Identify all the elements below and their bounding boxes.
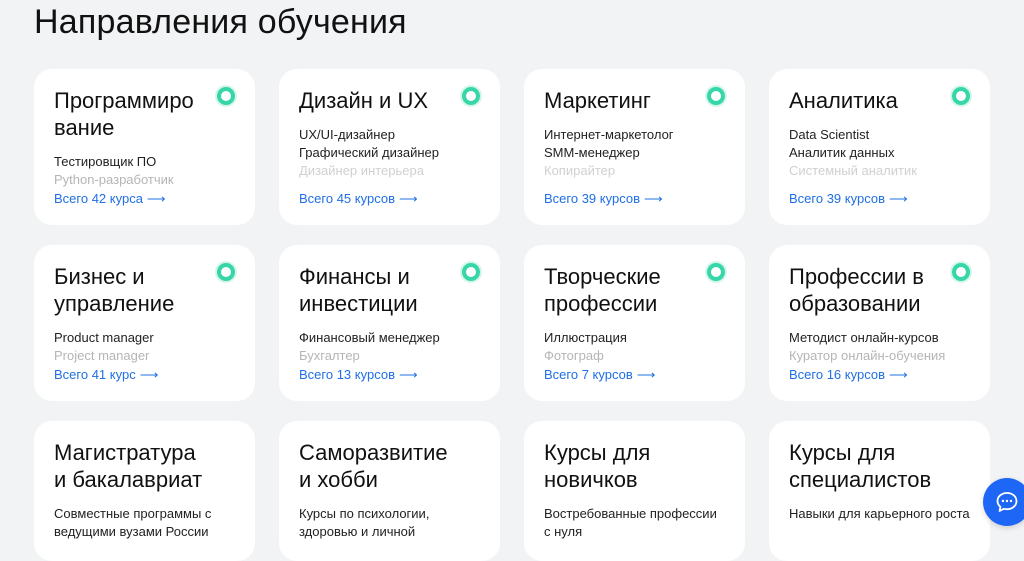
- chat-icon: [996, 492, 1018, 512]
- directions-grid: Программиро вание Тестировщик ПО Python-…: [34, 69, 990, 561]
- card-title: Финансы и инвестиции: [299, 264, 418, 316]
- subcategory-item: SMM-менеджер: [544, 145, 640, 160]
- card-subcategories: Data Scientist Аналитик данных Системный…: [789, 126, 970, 180]
- subcategory-item: Data Scientist: [789, 127, 870, 142]
- card-description: Востребованные профессии с нуля: [544, 506, 717, 539]
- status-dot-icon: [707, 87, 725, 105]
- card-subcategories: Интернет-маркетолог SMM-менеджер Копирай…: [544, 126, 725, 180]
- status-dot-icon: [952, 87, 970, 105]
- status-dot-icon: [462, 87, 480, 105]
- card-courses-link[interactable]: Всего 39 курсов ⟶: [789, 191, 908, 207]
- subcategory-item: Дизайнер интерьера: [299, 163, 424, 178]
- direction-card-education[interactable]: Профессии в образовании Методист онлайн-…: [769, 245, 990, 401]
- arrow-right-icon: ⟶: [636, 367, 656, 382]
- card-subcategories: Тестировщик ПО Python-разработчик: [54, 153, 235, 189]
- subcategory-item: Project manager: [54, 348, 150, 363]
- card-subcategories: Финансовый менеджер Бухгалтер: [299, 329, 480, 365]
- subcategory-item: Интернет-маркетолог: [544, 127, 674, 142]
- subcategory-item: Куратор онлайн-обучения: [789, 348, 946, 363]
- subcategory-item: Графический дизайнер: [299, 145, 439, 160]
- card-title: Магистратура и бакалавриат: [54, 440, 203, 492]
- chat-button[interactable]: [983, 478, 1024, 526]
- subcategory-item: Аналитик данных: [789, 145, 895, 160]
- direction-card-programming[interactable]: Программиро вание Тестировщик ПО Python-…: [34, 69, 255, 225]
- status-dot-icon: [462, 263, 480, 281]
- direction-card-degrees[interactable]: Магистратура и бакалавриат Совместные пр…: [34, 421, 255, 561]
- arrow-right-icon: ⟶: [643, 191, 663, 206]
- card-courses-link[interactable]: Всего 41 курс ⟶: [54, 367, 158, 383]
- card-title: Аналитика: [789, 88, 898, 113]
- card-subcategories: Иллюстрация Фотограф: [544, 329, 725, 365]
- arrow-right-icon: ⟶: [888, 191, 908, 206]
- arrow-right-icon: ⟶: [139, 367, 159, 382]
- card-courses-link[interactable]: Всего 45 курсов ⟶: [299, 191, 418, 207]
- card-title: Программиро вание: [54, 88, 194, 140]
- arrow-right-icon: ⟶: [398, 367, 418, 382]
- card-title: Дизайн и UX: [299, 88, 429, 113]
- card-description: Навыки для карьерного роста: [789, 506, 970, 521]
- subcategory-item: Фотограф: [544, 348, 604, 363]
- status-dot-icon: [707, 263, 725, 281]
- direction-card-specialists[interactable]: Курсы для специалистов Навыки для карьер…: [769, 421, 990, 561]
- card-title: Курсы для специалистов: [789, 440, 932, 492]
- card-courses-link[interactable]: Всего 16 курсов ⟶: [789, 367, 908, 383]
- card-courses-link[interactable]: Всего 42 курса ⟶: [54, 191, 166, 207]
- arrow-right-icon: ⟶: [888, 367, 908, 382]
- card-courses-link[interactable]: Всего 13 курсов ⟶: [299, 367, 418, 383]
- direction-card-creative[interactable]: Творческие профессии Иллюстрация Фотогра…: [524, 245, 745, 401]
- subcategory-item: Python-разработчик: [54, 172, 174, 187]
- card-description: Курсы по психологии, здоровью и личной: [299, 506, 430, 539]
- status-dot-icon: [952, 263, 970, 281]
- card-subcategories: Методист онлайн-курсов Куратор онлайн-об…: [789, 329, 970, 365]
- subcategory-item: Копирайтер: [544, 163, 616, 178]
- direction-card-beginners[interactable]: Курсы для новичков Востребованные профес…: [524, 421, 745, 561]
- card-description: Совместные программы с ведущими вузами Р…: [54, 506, 212, 539]
- subcategory-item: Системный аналитик: [789, 163, 917, 178]
- card-title: Творческие профессии: [544, 264, 661, 316]
- card-title: Саморазвитие и хобби: [299, 440, 448, 492]
- card-courses-link[interactable]: Всего 39 курсов ⟶: [544, 191, 663, 207]
- card-subcategories: UX/UI-дизайнер Графический дизайнер Диза…: [299, 126, 480, 180]
- subcategory-item: Иллюстрация: [544, 330, 627, 345]
- direction-card-self-development[interactable]: Саморазвитие и хобби Курсы по психологии…: [279, 421, 500, 561]
- subcategory-item: Методист онлайн-курсов: [789, 330, 939, 345]
- card-title: Маркетинг: [544, 88, 651, 113]
- subcategory-item: Финансовый менеджер: [299, 330, 440, 345]
- arrow-right-icon: ⟶: [398, 191, 418, 206]
- card-courses-link[interactable]: Всего 7 курсов ⟶: [544, 367, 655, 383]
- subcategory-item: Бухгалтер: [299, 348, 360, 363]
- card-subcategories: Product manager Project manager: [54, 329, 235, 365]
- subcategory-item: Тестировщик ПО: [54, 154, 157, 169]
- direction-card-finance[interactable]: Финансы и инвестиции Финансовый менеджер…: [279, 245, 500, 401]
- subcategory-item: UX/UI-дизайнер: [299, 127, 395, 142]
- direction-card-analytics[interactable]: Аналитика Data Scientist Аналитик данных…: [769, 69, 990, 225]
- card-title: Курсы для новичков: [544, 440, 651, 492]
- direction-card-design[interactable]: Дизайн и UX UX/UI-дизайнер Графический д…: [279, 69, 500, 225]
- page-title: Направления обучения: [34, 3, 407, 41]
- arrow-right-icon: ⟶: [146, 191, 166, 206]
- direction-card-marketing[interactable]: Маркетинг Интернет-маркетолог SMM-менедж…: [524, 69, 745, 225]
- card-title: Профессии в образовании: [789, 264, 924, 316]
- card-title: Бизнес и управление: [54, 264, 175, 316]
- direction-card-business[interactable]: Бизнес и управление Product manager Proj…: [34, 245, 255, 401]
- subcategory-item: Product manager: [54, 330, 154, 345]
- status-dot-icon: [217, 87, 235, 105]
- status-dot-icon: [217, 263, 235, 281]
